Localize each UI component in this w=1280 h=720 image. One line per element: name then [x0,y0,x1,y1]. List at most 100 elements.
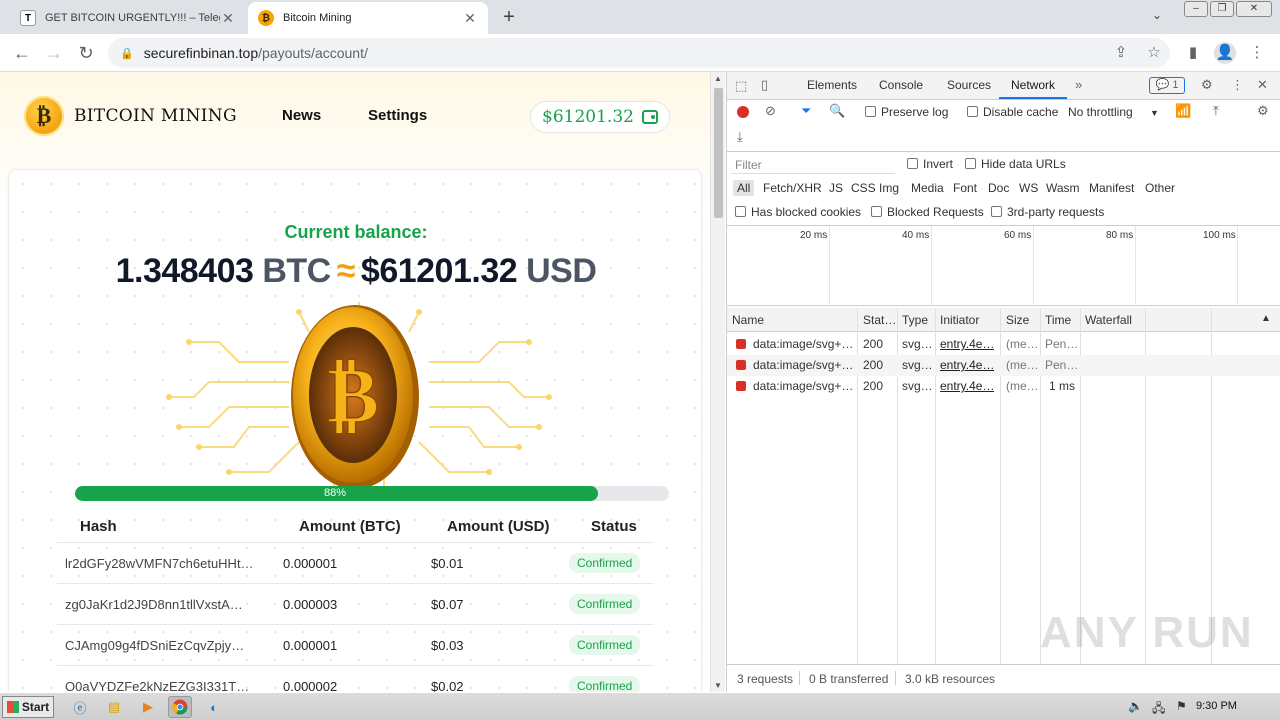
minimize-button[interactable]: – [1184,1,1208,17]
type-filter-media[interactable]: Media [911,181,944,195]
windows-logo-icon [6,701,19,713]
system-clock[interactable]: 9:30 PM [1196,700,1237,712]
type-filter-css[interactable]: CSS [851,181,876,195]
close-tab-icon[interactable]: ✕ [462,10,478,27]
type-filter-doc[interactable]: Doc [988,181,1009,195]
type-filter-wasm[interactable]: Wasm [1046,181,1080,195]
site-logo[interactable]: ₿ BITCOIN MINING [24,96,237,136]
forward-arrow-icon[interactable]: → [42,41,66,65]
browser-menu-icon[interactable]: ⋮ [1246,42,1268,64]
close-tab-icon[interactable]: ✕ [220,10,236,27]
type-filter-ws[interactable]: WS [1019,181,1038,195]
tab-console[interactable]: Console [879,78,923,92]
type-filter-fetch-xhr[interactable]: Fetch/XHR [763,181,822,195]
network-settings-icon[interactable]: ⚙ [1257,103,1269,119]
clear-icon[interactable]: ⊘ [765,103,776,119]
chrome-icon[interactable] [168,696,192,718]
network-conditions-icon[interactable]: 📶 [1175,103,1191,119]
request-row[interactable]: data:image/svg+… 200 svg… entry.4e… (me…… [727,376,1280,397]
filter-icon[interactable]: ⏷ [801,103,811,119]
transferred-size: 0 B transferred [809,672,889,686]
issues-badge[interactable]: 💬 1 [1149,77,1185,94]
tab-network[interactable]: Network [1011,78,1055,92]
col-type[interactable]: Type [902,313,928,327]
inspect-element-icon[interactable]: ⬚ [735,78,747,94]
nav-settings[interactable]: Settings [368,107,427,124]
col-initiator[interactable]: Initiator [940,313,979,327]
type-filter-img[interactable]: Img [879,181,899,195]
address-bar[interactable]: 🔒 securefinbinan.top/payouts/account/ [108,38,1170,68]
network-overview-timeline[interactable]: 20 ms 40 ms 60 ms 80 ms 100 ms [727,226,1280,306]
request-initiator-link[interactable]: entry.4e… [940,337,994,351]
svg-file-icon [736,339,746,349]
request-row[interactable]: data:image/svg+… 200 svg… entry.4e… (me…… [727,334,1280,355]
type-filter-js[interactable]: JS [829,181,843,195]
restore-button[interactable]: ❐ [1210,1,1234,17]
search-icon[interactable]: 🔍 [829,103,845,119]
throttling-select[interactable]: No throttling ▼ [1068,105,1159,119]
blocked-cookies-checkbox[interactable]: Has blocked cookies [735,205,861,219]
col-waterfall[interactable]: Waterfall [1085,313,1132,327]
network-filter-bar: Filter Invert Hide data URLs All Fetch/X… [727,152,1280,226]
wallet-balance-button[interactable]: $61201.32 [530,101,670,133]
tick-label: 100 ms [1203,230,1236,241]
type-filter-all[interactable]: All [733,180,755,196]
hide-data-urls-checkbox[interactable]: Hide data URLs [965,157,1066,171]
export-har-icon[interactable]: ⤓ [737,129,743,145]
request-row[interactable]: data:image/svg+… 200 svg… entry.4e… (me…… [727,355,1280,376]
close-devtools-icon[interactable]: ✕ [1257,77,1268,93]
col-status[interactable]: Stat… [863,313,896,327]
third-party-checkbox[interactable]: 3rd-party requests [991,205,1104,219]
request-initiator-link[interactable]: entry.4e… [940,358,994,372]
type-filter-manifest[interactable]: Manifest [1089,181,1134,195]
settings-gear-icon[interactable]: ⚙ [1201,77,1213,93]
new-tab-button[interactable]: + [498,6,520,28]
preserve-log-checkbox[interactable]: Preserve log [865,105,948,119]
lock-icon[interactable]: 🔒 [120,47,134,60]
profile-avatar-icon[interactable]: 👤 [1214,42,1236,64]
request-status: 200 [863,379,884,393]
filter-input[interactable]: Filter [731,156,895,174]
action-center-flag-icon[interactable]: ⚑ [1176,699,1187,713]
start-button[interactable]: Start [2,696,54,718]
volume-icon[interactable]: 🔈 [1128,699,1143,713]
reload-icon[interactable]: ↻ [74,41,98,65]
col-hash: Hash [80,518,117,535]
blocked-requests-checkbox[interactable]: Blocked Requests [871,205,984,219]
col-time[interactable]: Time [1045,313,1071,327]
media-player-icon[interactable]: ▶ [136,696,160,718]
edge-icon[interactable]: ◐ [202,696,226,718]
side-panel-icon[interactable]: ▮ [1182,42,1204,64]
device-toolbar-icon[interactable]: ▯ [761,77,768,93]
share-icon[interactable]: ⇪ [1110,42,1132,64]
scroll-down-icon[interactable]: ▼ [714,681,722,690]
tab-bitcoin-mining[interactable]: ₿ Bitcoin Mining ✕ [248,2,488,34]
network-tray-icon[interactable]: 🖧 [1152,699,1165,720]
back-arrow-icon[interactable]: ← [10,41,34,65]
record-icon[interactable] [737,106,749,118]
sort-ascending-icon[interactable]: ▲ [1261,313,1271,324]
more-tabs-chevron-icon[interactable]: » [1075,77,1082,92]
btc-cell: 0.000003 [283,597,338,612]
scroll-up-icon[interactable]: ▲ [714,74,722,83]
nav-news[interactable]: News [282,107,321,124]
page-scrollbar[interactable]: ▲ ▼ [710,72,725,692]
close-window-button[interactable]: ✕ [1236,1,1272,17]
internet-explorer-icon[interactable]: ⓔ [68,696,92,718]
file-explorer-icon[interactable]: ▤ [102,696,126,718]
invert-checkbox[interactable]: Invert [907,157,953,171]
import-har-icon[interactable]: ⤒ [1213,103,1219,119]
tab-telegra[interactable]: T GET BITCOIN URGENTLY!!! – Telegra ✕ [10,2,246,34]
type-filter-other[interactable]: Other [1145,181,1175,195]
more-options-icon[interactable]: ⋮ [1231,77,1244,93]
type-filter-font[interactable]: Font [953,181,977,195]
col-name[interactable]: Name [732,313,764,327]
request-initiator-link[interactable]: entry.4e… [940,379,994,393]
scrollbar-thumb[interactable] [714,88,723,218]
tab-search-chevron-icon[interactable]: ⌄ [1152,8,1162,22]
col-size[interactable]: Size [1006,313,1029,327]
disable-cache-checkbox[interactable]: Disable cache [967,105,1058,119]
bookmark-star-icon[interactable]: ☆ [1143,42,1165,64]
tab-sources[interactable]: Sources [947,78,991,92]
tab-elements[interactable]: Elements [807,78,857,92]
